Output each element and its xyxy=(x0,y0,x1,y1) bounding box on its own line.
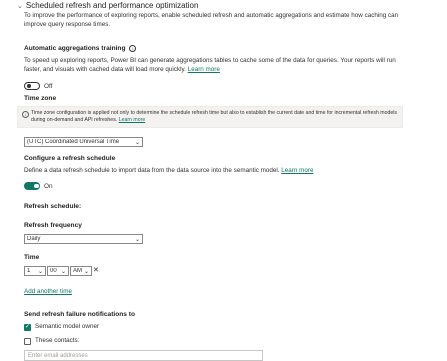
chevron-down-icon: ⌄ xyxy=(83,268,89,275)
chevron-down-icon[interactable]: ⌄ xyxy=(17,2,23,10)
timezone-select-value: (UTC) Coordinated Universal Time xyxy=(27,139,120,145)
refresh-schedule-heading: Refresh schedule: xyxy=(24,203,82,210)
section-title: Scheduled refresh and performance optimi… xyxy=(25,1,199,10)
minute-select[interactable]: 00 ⌄ xyxy=(47,266,69,276)
refresh-schedule-label: Configure a refresh schedule xyxy=(24,155,116,162)
refresh-toggle-row: On xyxy=(24,182,53,190)
chevron-down-icon: ⌄ xyxy=(134,236,140,243)
contacts-option-row[interactable]: These contacts: xyxy=(24,337,79,346)
aggregations-toggle[interactable] xyxy=(24,82,40,90)
add-another-time-link[interactable]: Add another time xyxy=(24,288,72,297)
timezone-select[interactable]: (UTC) Coordinated Universal Time ⌄ xyxy=(24,137,143,147)
owner-option-label: Semantic model owner xyxy=(35,323,100,330)
timezone-learn-more-link[interactable]: Learn more xyxy=(119,117,146,123)
owner-checkbox[interactable]: ✓ xyxy=(24,323,31,331)
refresh-schedule-description-text: Define a data refresh schedule to import… xyxy=(24,167,280,174)
aggregations-heading: Automatic aggregations training i xyxy=(24,45,137,52)
hour-value: 1 xyxy=(27,268,31,274)
refresh-frequency-value: Daily xyxy=(27,236,41,242)
time-label: Time xyxy=(24,254,40,261)
chevron-down-icon: ⌄ xyxy=(60,268,66,275)
aggregations-toggle-row: Off xyxy=(24,82,52,90)
timezone-label: Time zone xyxy=(24,95,57,102)
aggregations-learn-more-link[interactable]: Learn more xyxy=(188,66,220,73)
section-header[interactable]: ⌄ Scheduled refresh and performance opti… xyxy=(17,1,198,10)
notifications-label: Send refresh failure notifications to xyxy=(24,311,136,318)
contacts-option-label: These contacts: xyxy=(35,337,80,344)
ampm-select[interactable]: AM ⌄ xyxy=(70,266,92,276)
timezone-info-box: i Time zone configuration is applied not… xyxy=(17,106,403,128)
refresh-schedule-description: Define a data refresh schedule to import… xyxy=(24,167,414,176)
refresh-toggle-label: On xyxy=(44,182,53,190)
refresh-frequency-label: Refresh frequency xyxy=(24,222,82,229)
remove-time-icon[interactable]: ✕ xyxy=(93,266,99,274)
aggregations-description: To speed up exploring reports, Power BI … xyxy=(24,57,414,74)
info-circle-icon[interactable]: i xyxy=(129,45,137,52)
chevron-down-icon: ⌄ xyxy=(134,139,140,146)
chevron-down-icon: ⌄ xyxy=(37,268,43,275)
refresh-frequency-select[interactable]: Daily ⌄ xyxy=(24,234,143,244)
info-icon: i xyxy=(22,111,29,118)
refresh-toggle[interactable] xyxy=(24,182,40,190)
hour-select[interactable]: 1 ⌄ xyxy=(24,266,46,276)
section-description: To improve the performance of exploring … xyxy=(24,12,399,28)
aggregations-label: Automatic aggregations training xyxy=(24,45,126,52)
owner-option-row[interactable]: ✓ Semantic model owner xyxy=(24,323,99,332)
timezone-info-text: Time zone configuration is applied not o… xyxy=(31,110,399,124)
ampm-value: AM xyxy=(73,268,82,274)
contacts-checkbox[interactable] xyxy=(24,337,31,345)
email-input[interactable]: Enter email addresses xyxy=(24,350,263,361)
aggregations-toggle-label: Off xyxy=(44,82,53,90)
refresh-learn-more-link[interactable]: Learn more xyxy=(281,167,313,174)
minute-value: 00 xyxy=(50,268,57,274)
timezone-info-message: Time zone configuration is applied not o… xyxy=(31,110,398,123)
